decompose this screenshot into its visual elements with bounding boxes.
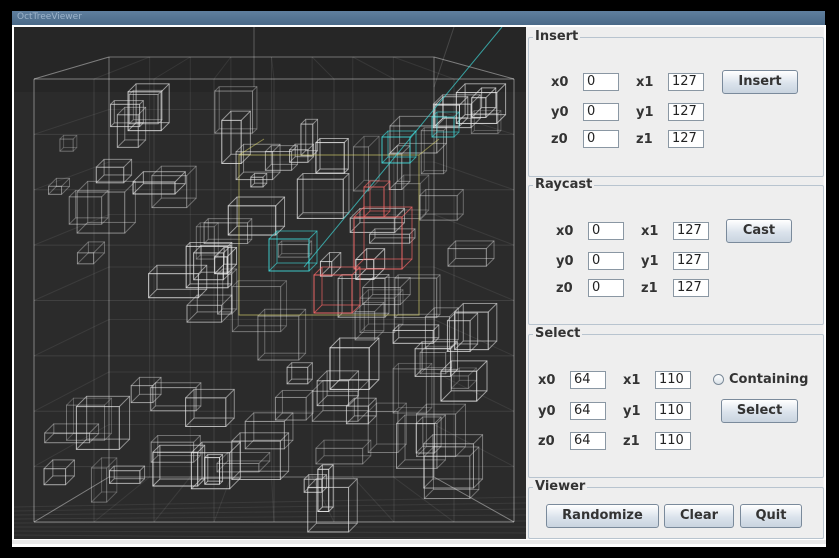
select-x0-field[interactable]: 64 bbox=[570, 371, 606, 389]
insert-y1-label: y1 bbox=[636, 105, 654, 120]
window-title: OctTreeViewer bbox=[17, 12, 82, 22]
raycast-y1-label: y1 bbox=[641, 254, 659, 269]
raycast-y0-label: y0 bbox=[556, 254, 574, 269]
raycast-z1-label: z1 bbox=[641, 281, 658, 296]
select-y0-field[interactable]: 64 bbox=[570, 402, 606, 420]
select-y0-label: y0 bbox=[538, 404, 556, 419]
insert-y1-field[interactable]: 127 bbox=[668, 103, 704, 121]
insert-z0-label: z0 bbox=[551, 132, 568, 147]
insert-group-title: Insert bbox=[533, 29, 581, 44]
control-panel: Insert x0 0 x1 127 Insert y0 0 y1 127 z0… bbox=[526, 27, 824, 539]
randomize-button[interactable]: Randomize bbox=[546, 504, 659, 528]
octree-grid-line bbox=[311, 56, 335, 80]
raycast-x1-label: x1 bbox=[641, 224, 659, 239]
select-z1-field[interactable]: 110 bbox=[655, 432, 691, 450]
select-x1-label: x1 bbox=[623, 373, 641, 388]
select-z1-label: z1 bbox=[623, 434, 640, 449]
octree-3d-viewport[interactable] bbox=[14, 27, 526, 539]
raycast-y0-field[interactable]: 0 bbox=[588, 252, 624, 270]
raycast-x0-field[interactable]: 0 bbox=[588, 222, 624, 240]
insert-z0-field[interactable]: 0 bbox=[583, 130, 619, 148]
raycast-z0-label: z0 bbox=[556, 281, 573, 296]
insert-button[interactable]: Insert bbox=[722, 70, 798, 94]
octree-box bbox=[214, 86, 220, 92]
raycast-x1-field[interactable]: 127 bbox=[673, 222, 709, 240]
select-y1-label: y1 bbox=[623, 404, 641, 419]
insert-z1-label: z1 bbox=[636, 132, 653, 147]
octree-box bbox=[455, 83, 466, 93]
containing-label[interactable]: Containing bbox=[729, 372, 808, 387]
window-title-bar[interactable]: OctTreeViewer bbox=[12, 11, 825, 26]
raycast-group-title: Raycast bbox=[533, 177, 595, 192]
select-group-title: Select bbox=[533, 326, 583, 341]
window-bottom-edge bbox=[12, 540, 826, 544]
raycast-y1-field[interactable]: 127 bbox=[673, 252, 709, 270]
quit-button[interactable]: Quit bbox=[740, 504, 802, 528]
octree-scene bbox=[14, 27, 526, 539]
insert-x0-label: x0 bbox=[551, 75, 569, 90]
insert-y0-field[interactable]: 0 bbox=[583, 103, 619, 121]
select-z0-label: z0 bbox=[538, 434, 555, 449]
insert-x0-field[interactable]: 0 bbox=[583, 73, 619, 91]
insert-y0-label: y0 bbox=[551, 105, 569, 120]
select-x1-field[interactable]: 110 bbox=[655, 371, 691, 389]
select-button[interactable]: Select bbox=[721, 399, 798, 423]
raycast-x0-label: x0 bbox=[556, 224, 574, 239]
octree-root-edge bbox=[33, 56, 110, 80]
raycast-z0-field[interactable]: 0 bbox=[588, 279, 624, 297]
containing-radio[interactable] bbox=[713, 374, 724, 385]
octree-box bbox=[496, 83, 506, 93]
select-z0-field[interactable]: 64 bbox=[570, 432, 606, 450]
insert-x1-field[interactable]: 127 bbox=[668, 73, 704, 91]
insert-x1-label: x1 bbox=[636, 75, 654, 90]
octree-grid-line bbox=[352, 56, 395, 80]
select-y1-field[interactable]: 110 bbox=[655, 402, 691, 420]
cast-button[interactable]: Cast bbox=[726, 219, 792, 243]
viewer-group-title: Viewer bbox=[533, 479, 588, 494]
raycast-z1-field[interactable]: 127 bbox=[673, 279, 709, 297]
octree-grid-line bbox=[153, 56, 191, 80]
clear-button[interactable]: Clear bbox=[664, 504, 734, 528]
octree-box bbox=[252, 86, 258, 92]
octree-grid-line bbox=[93, 56, 150, 80]
octree-grid-line bbox=[213, 56, 232, 80]
octree-box bbox=[160, 83, 170, 93]
select-x0-label: x0 bbox=[538, 373, 556, 388]
insert-z1-field[interactable]: 127 bbox=[668, 130, 704, 148]
